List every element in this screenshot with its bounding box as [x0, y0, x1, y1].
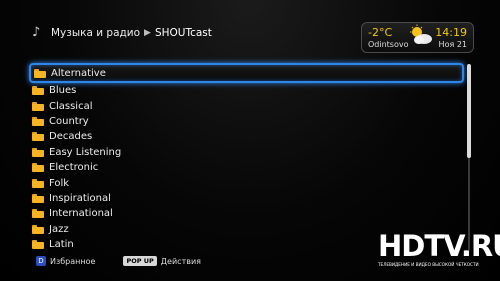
- list-item[interactable]: Alternative: [29, 63, 464, 83]
- list-item[interactable]: Electronic: [32, 160, 462, 175]
- folder-icon: [32, 132, 44, 142]
- list-item[interactable]: Decades: [32, 129, 462, 144]
- hdtv-logo: HDTV.RU ТЕЛЕВИДЕНИЕ И ВИДЕО ВЫСОКОЙ ЧЕТК…: [378, 229, 500, 273]
- clock-date: Ноя 21: [438, 40, 467, 49]
- folder-icon: [32, 163, 44, 173]
- list-item[interactable]: Folk: [32, 175, 462, 190]
- popup-key-icon: POP UP: [123, 256, 157, 266]
- list-item[interactable]: International: [32, 206, 462, 221]
- footer-hints: D Избранное POP UP Действия: [36, 256, 201, 266]
- list-item-label: Alternative: [51, 67, 106, 79]
- list-item-label: Easy Listening: [49, 146, 122, 158]
- list-item[interactable]: Blues: [32, 83, 462, 98]
- key-d-icon: D: [36, 256, 46, 266]
- list-item-label: Folk: [49, 177, 70, 189]
- breadcrumb-current: SHOUTcast: [154, 27, 212, 39]
- list-item-label: Blues: [49, 85, 77, 97]
- temperature: -2°C: [368, 26, 393, 39]
- scrollbar-thumb[interactable]: [467, 64, 471, 158]
- list-item-label: Latin: [49, 239, 74, 251]
- folder-icon: [32, 116, 44, 126]
- folder-icon: [32, 193, 44, 203]
- list-item[interactable]: Country: [32, 114, 462, 129]
- logo-tagline: ТЕЛЕВИДЕНИЕ И ВИДЕО ВЫСОКОЙ ЧЕТКОСТИ: [378, 262, 479, 267]
- favorites-hint[interactable]: Избранное: [50, 257, 95, 266]
- folder-icon: [32, 224, 44, 234]
- breadcrumb: ♪ Музыка и радио ▶ SHOUTcast: [32, 25, 212, 41]
- folder-icon: [32, 240, 44, 250]
- list-item-label: Classical: [49, 100, 93, 112]
- folder-icon: [32, 209, 44, 219]
- weather-widget: -2°C Odintsovo 14:19 Ноя 21: [361, 22, 474, 53]
- music-note-icon: ♪: [32, 25, 41, 40]
- folder-icon: [32, 147, 44, 157]
- list-item-label: Inspirational: [49, 192, 111, 204]
- breadcrumb-section[interactable]: Музыка и радио: [51, 27, 140, 39]
- list-item[interactable]: Easy Listening: [32, 145, 462, 160]
- scrollbar[interactable]: [467, 64, 471, 250]
- clock-time: 14:19: [435, 26, 467, 39]
- list-item-label: Electronic: [49, 162, 99, 174]
- actions-hint[interactable]: Действия: [161, 257, 201, 266]
- logo-text: HDTV.RU: [378, 229, 500, 263]
- list-item-label: Jazz: [49, 223, 69, 235]
- folder-icon: [32, 178, 44, 188]
- list-item-label: Country: [49, 115, 89, 127]
- city: Odintsovo: [368, 40, 409, 49]
- list-item-label: International: [49, 208, 113, 220]
- breadcrumb-separator-icon: ▶: [144, 28, 151, 38]
- folder-icon: [32, 86, 44, 96]
- folder-icon: [34, 68, 46, 78]
- list-item[interactable]: Inspirational: [32, 191, 462, 206]
- folder-icon: [32, 101, 44, 111]
- genre-list: Alternative Blues Classical Country Decades E…: [29, 63, 464, 252]
- partly-cloudy-icon: [410, 24, 432, 44]
- list-item[interactable]: Classical: [32, 98, 462, 113]
- list-item-label: Decades: [49, 131, 93, 143]
